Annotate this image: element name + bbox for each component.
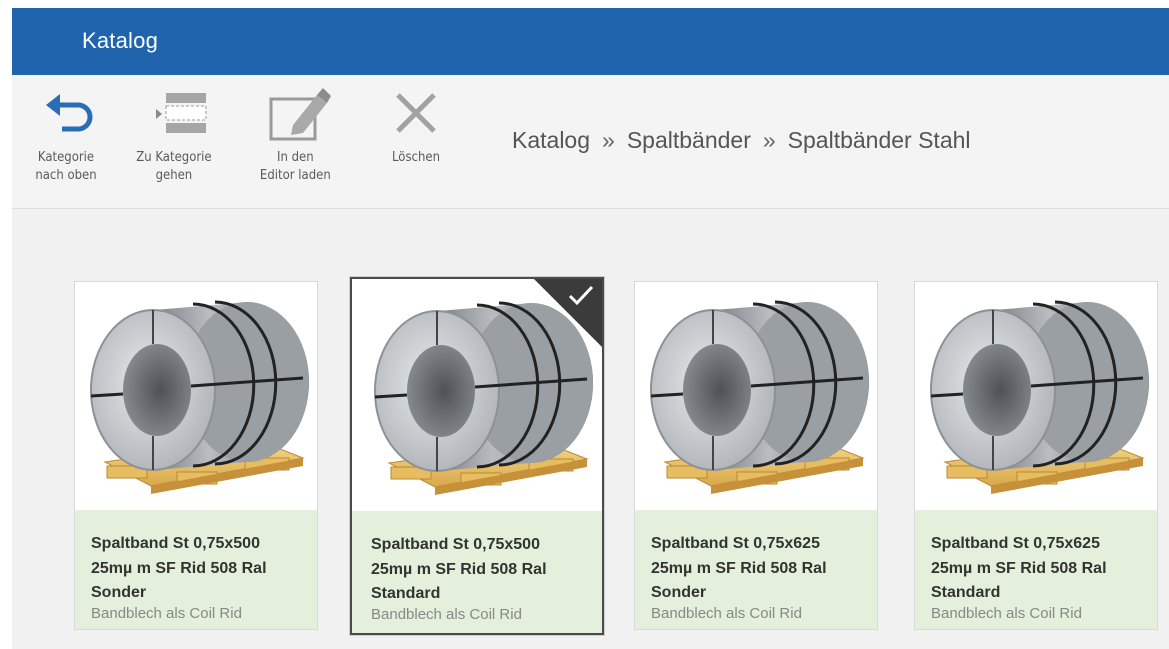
- goto-category-button[interactable]: Zu Kategorie gehen: [132, 85, 216, 184]
- item-name: Spaltband St 0,75x500 25mµ m SF Rid 508 R…: [371, 536, 547, 602]
- coil-image: [929, 300, 1151, 496]
- item-name: Spaltband St 0,75x500 25mµ m SF Rid 508 R…: [91, 535, 267, 601]
- breadcrumb-item-spaltbaender[interactable]: Spaltbänder: [627, 127, 751, 153]
- catalog-item-card[interactable]: Spaltband St 0,75x625 25mµ m SF Rid 508 R…: [634, 281, 878, 630]
- item-name: Spaltband St 0,75x625 25mµ m SF Rid 508 R…: [931, 535, 1107, 601]
- window-title: Katalog: [82, 28, 159, 53]
- coil-image: [89, 300, 311, 496]
- item-category: Bandblech als Coil Rid: [931, 605, 1082, 622]
- goto-category-label: Zu Kategorie gehen: [136, 150, 212, 183]
- card-info: Spaltband St 0,75x500 25mµ m SF Rid 508 R…: [75, 510, 317, 629]
- item-category: Bandblech als Coil Rid: [371, 606, 522, 623]
- catalog-grid: Spaltband St 0,75x500 25mµ m SF Rid 508 R…: [12, 209, 1169, 649]
- catalog-item-card-selected[interactable]: Spaltband St 0,75x500 25mµ m SF Rid 508 R…: [350, 277, 604, 635]
- breadcrumb-item-spaltbaender-stahl: Spaltbänder Stahl: [787, 127, 971, 153]
- breadcrumb: Katalog » Spaltbänder » Spaltbänder Stahl: [512, 127, 971, 154]
- breadcrumb-separator: »: [602, 127, 615, 153]
- checkmark-icon: [568, 285, 594, 306]
- goto-category-icon: [155, 93, 207, 133]
- card-info: Spaltband St 0,75x625 25mµ m SF Rid 508 R…: [915, 510, 1157, 629]
- item-category: Bandblech als Coil Rid: [91, 605, 242, 622]
- load-editor-label: In den Editor laden: [259, 150, 331, 183]
- close-icon: [396, 93, 436, 133]
- breadcrumb-separator: »: [762, 127, 776, 153]
- title-bar: Katalog: [12, 8, 1169, 75]
- coil-image: [649, 300, 871, 496]
- breadcrumb-item-katalog[interactable]: Katalog: [512, 127, 590, 153]
- catalog-item-card[interactable]: Spaltband St 0,75x500 25mµ m SF Rid 508 R…: [74, 281, 318, 630]
- arrow-back-icon: [46, 94, 93, 132]
- card-info: Spaltband St 0,75x625 25mµ m SF Rid 508 R…: [635, 510, 877, 629]
- catalog-item-card[interactable]: Spaltband St 0,75x625 25mµ m SF Rid 508 R…: [914, 281, 1158, 630]
- category-up-label: Kategorie nach oben: [35, 150, 97, 183]
- delete-button[interactable]: Löschen: [378, 85, 454, 167]
- load-editor-button[interactable]: In den Editor laden: [256, 85, 335, 184]
- pencil-icon: [269, 88, 332, 141]
- card-info: Spaltband St 0,75x500 25mµ m SF Rid 508 R…: [352, 511, 602, 633]
- category-up-button[interactable]: Kategorie nach oben: [28, 85, 104, 184]
- item-name: Spaltband St 0,75x625 25mµ m SF Rid 508 R…: [651, 535, 827, 601]
- toolbar: Kategorie nach oben Zu Kategorie gehen I…: [12, 75, 1169, 209]
- item-category: Bandblech als Coil Rid: [651, 605, 802, 622]
- delete-label: Löschen: [391, 150, 441, 165]
